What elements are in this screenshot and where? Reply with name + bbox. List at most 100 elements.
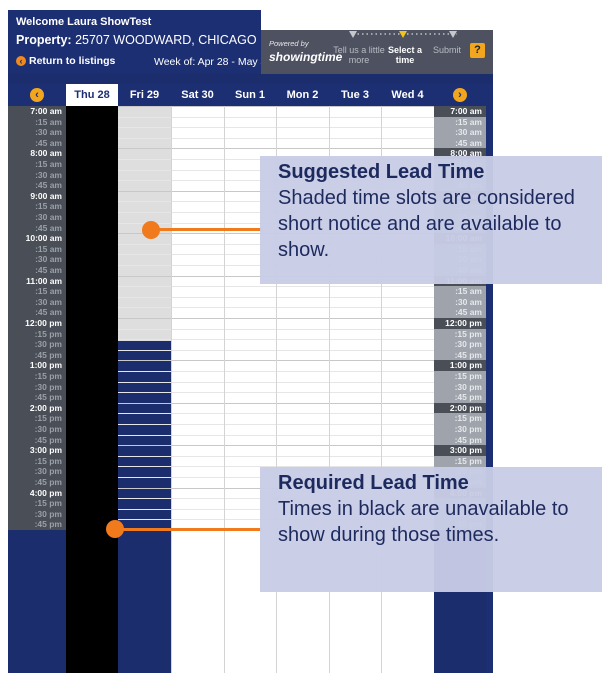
required-marker-dot	[106, 520, 124, 538]
time-row: :30 am :30 am	[8, 127, 493, 138]
time-label-left: :30 pm	[8, 424, 66, 435]
day-header-bar: ‹ Thu 28 Fri 29 Sat 30 Sun 1 Mon 2 Tue 3…	[8, 84, 493, 106]
time-label-right: 2:00 pm	[434, 402, 486, 414]
time-label-left: 8:00 am	[8, 148, 66, 159]
time-label-right: :45 pm	[434, 434, 486, 446]
time-label-left: 1:00 pm	[8, 360, 66, 371]
time-row: :30 am:30 am	[8, 296, 493, 308]
time-label-left: :45 pm	[8, 434, 66, 446]
callout-title: Suggested Lead Time	[278, 161, 485, 183]
time-label-left: :15 pm	[8, 455, 66, 467]
time-label-right: :30 pm	[434, 339, 486, 350]
time-label-right: :15 am	[434, 286, 486, 297]
branding-panel: Powered by showingtime Tell us a little …	[261, 30, 493, 74]
time-label-left: :30 pm	[8, 381, 66, 393]
time-label-right: :45 pm	[434, 392, 486, 403]
progress-steps-icon	[349, 31, 457, 38]
time-row: :15 pm:15 pm	[8, 413, 493, 424]
help-button[interactable]: ?	[470, 43, 485, 58]
time-label-left: :15 am	[8, 159, 66, 170]
step-select-time: Select a time	[387, 45, 423, 65]
time-label-left: :30 pm	[8, 466, 66, 477]
time-row: :15 am :15 am	[8, 286, 493, 297]
time-label-right: :45 pm	[434, 349, 486, 361]
time-label-left: :45 am	[8, 265, 66, 276]
time-row: :45 pm :45 pm	[8, 392, 493, 403]
time-label-right: :15 pm	[434, 371, 486, 382]
time-label-right: 12:00 pm	[434, 318, 486, 329]
day-fri-29[interactable]: Fri 29	[118, 84, 171, 106]
time-label-left: :45 pm	[8, 392, 66, 403]
day-sat-30[interactable]: Sat 30	[171, 84, 224, 106]
time-label-left: 9:00 am	[8, 190, 66, 202]
time-label-left: :30 am	[8, 296, 66, 308]
next-week-button[interactable]: ›	[453, 88, 467, 102]
time-label-right: 3:00 pm	[434, 445, 486, 456]
day-mon-2[interactable]: Mon 2	[276, 84, 329, 106]
time-row: 2:00 pm 2:00 pm	[8, 402, 493, 414]
suggested-marker-dot	[142, 221, 160, 239]
time-label-left: :45 pm	[8, 519, 66, 530]
time-row: :30 pm :30 pm	[8, 381, 493, 393]
return-to-listings-link[interactable]: ‹ Return to listings	[16, 55, 115, 67]
return-link-label: Return to listings	[29, 55, 116, 67]
property-line: Property: 25707 WOODWARD, CHICAGO	[16, 33, 257, 47]
time-label-left: :15 am	[8, 201, 66, 212]
time-label-right: :15 pm	[434, 455, 486, 467]
time-label-left: 10:00 am	[8, 233, 66, 244]
time-row: 7:00 am 7:00 am	[8, 106, 493, 117]
time-label-right: 7:00 am	[434, 106, 486, 117]
time-label-left: :30 am	[8, 127, 66, 138]
step-submit: Submit	[432, 45, 461, 55]
required-lead-time-callout: Required Lead Time Times in black are un…	[260, 467, 602, 592]
time-label-right: :45 am	[434, 137, 486, 149]
time-label-left: 3:00 pm	[8, 445, 66, 456]
time-label-left: :45 am	[8, 222, 66, 234]
header: Welcome Laura ShowTest Property: 25707 W…	[8, 10, 266, 74]
time-label-right: :30 am	[434, 127, 486, 138]
time-label-right: :15 pm	[434, 413, 486, 424]
time-label-left: :30 am	[8, 254, 66, 265]
time-label-left: :30 am	[8, 212, 66, 223]
time-label-left: :15 pm	[8, 498, 66, 509]
time-label-right: :30 pm	[434, 424, 486, 435]
time-label-left: 12:00 pm	[8, 318, 66, 329]
time-label-left: 11:00 am	[8, 275, 66, 287]
time-label-left: :15 am	[8, 116, 66, 128]
callout-body: Times in black are unavailable to show d…	[278, 498, 569, 546]
time-label-left: 4:00 pm	[8, 487, 66, 499]
time-label-left: :45 am	[8, 180, 66, 191]
time-row: :30 pm :30 pm	[8, 339, 493, 350]
required-leader-line	[116, 528, 262, 531]
time-label-left: :45 am	[8, 307, 66, 318]
time-label-right: :15 am	[434, 116, 486, 128]
time-row: :15 pm :15 pm	[8, 371, 493, 382]
time-label-left: :15 pm	[8, 328, 66, 340]
time-row: :45 pm :45 pm	[8, 349, 493, 361]
time-label-left: :45 pm	[8, 349, 66, 361]
time-row: 12:00 pm 12:00 pm	[8, 318, 493, 329]
time-label-right: :30 pm	[434, 381, 486, 393]
suggested-leader-line	[152, 228, 262, 231]
time-label-left: :15 am	[8, 286, 66, 297]
time-label-left: :15 pm	[8, 371, 66, 382]
time-row: :15 pm :15 pm	[8, 328, 493, 340]
day-thu-28[interactable]: Thu 28	[66, 84, 118, 106]
prev-week-button[interactable]: ‹	[30, 88, 44, 102]
time-label-left: 2:00 pm	[8, 402, 66, 414]
time-row: :15 am :15 am	[8, 116, 493, 128]
callout-body: Shaded time slots are considered short n…	[278, 187, 575, 261]
day-tue-3[interactable]: Tue 3	[329, 84, 381, 106]
time-row: :15 pm :15 pm	[8, 455, 493, 467]
header-top-band	[261, 10, 493, 30]
time-row: :45 am:45 am	[8, 137, 493, 149]
day-sun-1[interactable]: Sun 1	[224, 84, 276, 106]
time-label-right: :45 am	[434, 307, 486, 318]
property-address: 25707 WOODWARD, CHICAGO	[75, 33, 257, 47]
time-label-left: 7:00 am	[8, 106, 66, 117]
time-label-left: :30 pm	[8, 339, 66, 350]
time-label-right: :15 pm	[434, 328, 486, 340]
time-label-left: :45 pm	[8, 477, 66, 488]
day-wed-4[interactable]: Wed 4	[381, 84, 434, 106]
time-row: :45 pm :45 pm	[8, 434, 493, 446]
